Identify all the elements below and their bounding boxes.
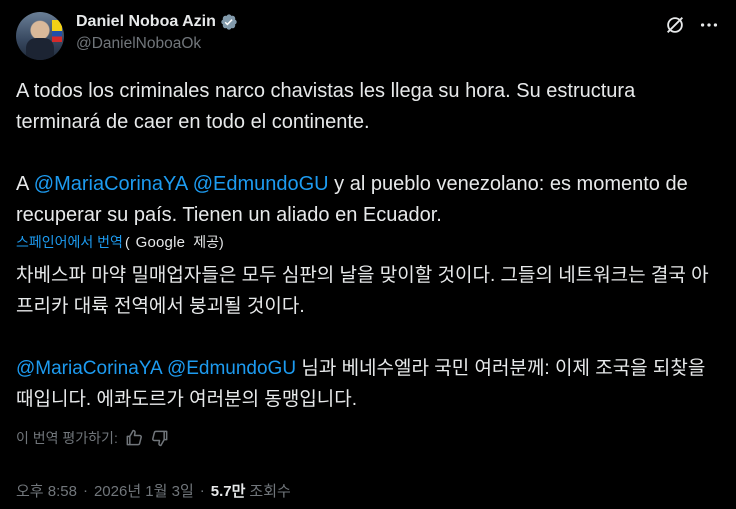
view-count-label: 조회수 <box>249 483 291 500</box>
translated-from-link[interactable]: 스페인어에서 번역 <box>16 232 123 252</box>
flag-graphic <box>52 20 62 42</box>
verified-badge-icon <box>221 14 237 30</box>
avatar[interactable] <box>16 12 64 60</box>
author-handle[interactable]: @DanielNoboaOk <box>76 35 238 53</box>
rate-translation-row: 이 번역 평가하기: <box>16 428 170 448</box>
view-count: 5.7만 <box>210 483 246 500</box>
meta-separator: · <box>82 482 88 499</box>
provider-suffix: 제공) <box>193 234 224 250</box>
avatar-figure <box>26 38 54 60</box>
translated-paragraph-1: 차베스파 마약 밀매업자들은 모두 심판의 날을 맞이할 것이다. 그들의 네트… <box>16 265 709 317</box>
meta-separator: · <box>199 482 205 499</box>
post-time[interactable]: 오후 8:58 <box>16 480 77 501</box>
author-block: Daniel Noboa Azin @DanielNoboaOk <box>76 13 238 53</box>
translated-text: 차베스파 마약 밀매업자들은 모두 심판의 날을 맞이할 것이다. 그들의 네트… <box>16 260 721 415</box>
post-meta: 오후 8:58 · 2026년 1월 3일 · 5.7만 조회수 <box>16 480 291 501</box>
display-name[interactable]: Daniel Noboa Azin <box>76 13 216 31</box>
mention-link[interactable]: @EdmundoGU <box>193 173 329 195</box>
mention-link[interactable]: @EdmundoGU <box>167 358 296 379</box>
more-icon[interactable] <box>698 14 720 36</box>
google-logo: Google <box>135 233 186 251</box>
post-text: A todos los criminales narco chavistas l… <box>16 76 721 231</box>
post-paragraph-2: A @MariaCorinaYA @EdmundoGU y al pueblo … <box>16 169 721 231</box>
mention-link[interactable]: @MariaCorinaYA <box>34 173 187 195</box>
grok-icon[interactable] <box>664 14 686 36</box>
post-date[interactable]: 2026년 1월 3일 <box>94 480 194 501</box>
rate-translation-label: 이 번역 평가하기: <box>16 430 118 446</box>
translated-paragraph-2: @MariaCorinaYA @EdmundoGU 님과 베네수엘라 국민 여러… <box>16 353 721 415</box>
mention-link[interactable]: @MariaCorinaYA <box>16 358 162 379</box>
thumbs-up-icon[interactable] <box>124 428 144 448</box>
thumbs-down-icon[interactable] <box>150 428 170 448</box>
post-paragraph-2-prefix: A <box>16 173 34 195</box>
translation-paren: ( <box>124 234 130 250</box>
post-paragraph-1: A todos los criminales narco chavistas l… <box>16 80 636 133</box>
translation-attribution: 스페인어에서 번역 ( Google 제공) <box>16 232 224 252</box>
name-row: Daniel Noboa Azin <box>76 13 238 31</box>
post-header: Daniel Noboa Azin @DanielNoboaOk <box>16 12 720 62</box>
